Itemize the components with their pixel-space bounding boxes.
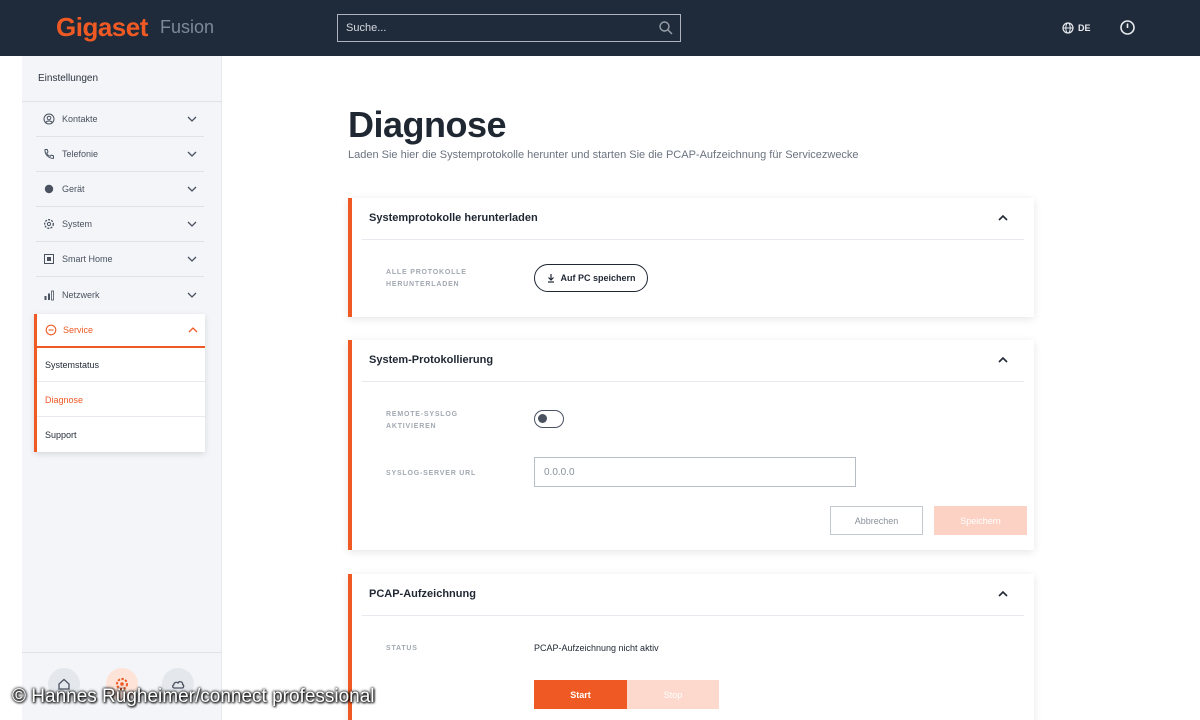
save-button[interactable]: Speichern: [934, 506, 1027, 535]
start-button[interactable]: Start: [534, 680, 627, 709]
card-title: PCAP-Aufzeichnung: [369, 588, 476, 600]
search-box[interactable]: [337, 14, 681, 42]
card-header[interactable]: System-Protokollierung: [352, 340, 1034, 382]
card-header[interactable]: Systemprotokolle herunterladen: [352, 198, 1034, 240]
download-icon: [548, 274, 555, 283]
remote-syslog-toggle[interactable]: [534, 410, 564, 428]
sidebar-item-label: Netzwerk: [62, 289, 100, 300]
sidebar-subitem-support[interactable]: Support: [37, 418, 205, 452]
sidebar-item-system[interactable]: System: [36, 207, 204, 242]
chevron-down-icon[interactable]: [186, 183, 198, 195]
top-bar: Gigaset Fusion DE: [0, 0, 1200, 56]
chevron-up-icon[interactable]: [997, 588, 1009, 600]
network-icon: [42, 288, 56, 302]
chevron-up-icon[interactable]: [997, 354, 1009, 366]
sidebar-item-label: Gerät: [62, 184, 85, 194]
card-title: Systemprotokolle herunterladen: [369, 212, 538, 224]
page-subtitle: Laden Sie hier die Systemprotokolle heru…: [348, 149, 859, 161]
chevron-down-icon[interactable]: [186, 253, 198, 265]
save-to-pc-button[interactable]: Auf PC speichern: [534, 264, 648, 292]
search-icon[interactable]: [658, 20, 674, 36]
globe-icon: [1062, 22, 1074, 34]
service-icon: [44, 323, 58, 337]
chevron-up-icon[interactable]: [187, 324, 199, 336]
chevron-down-icon[interactable]: [186, 289, 198, 301]
sidebar-item-service[interactable]: Service: [37, 314, 205, 348]
sidebar-item-label: Telefonie: [62, 149, 99, 159]
card-divider: [362, 615, 1024, 616]
field-label-download-logs: Alle Protokolle herunterladen: [386, 269, 467, 288]
card-title: System-Protokollierung: [369, 354, 494, 366]
phone-icon: [42, 147, 56, 161]
stop-button[interactable]: Stop: [627, 680, 719, 709]
sidebar-subitem-diagnose[interactable]: Diagnose: [37, 383, 205, 417]
chevron-up-icon[interactable]: [997, 212, 1009, 224]
sidebar-item-label: Kontakte: [62, 114, 98, 124]
sidebar-item-telefonie[interactable]: Telefonie: [36, 137, 204, 172]
card-divider: [362, 239, 1024, 240]
sidebar-item-kontakte[interactable]: Kontakte: [36, 102, 204, 137]
sidebar-item-smart-home[interactable]: Smart Home: [36, 242, 204, 277]
page-title: Diagnose: [348, 104, 507, 145]
field-label-remote-syslog: Remote-Syslog aktivieren: [386, 411, 458, 430]
sidebar-item-label: System: [62, 219, 93, 229]
sidebar-bottom-divider: [22, 652, 222, 653]
toggle-knob: [538, 414, 547, 423]
syslog-url-input[interactable]: [534, 457, 856, 487]
gigaset-logo[interactable]: Gigaset: [56, 12, 148, 43]
sidebar: Einstellungen Kontakte Telefonie Gerät S…: [22, 56, 222, 720]
sidebar-title: Einstellungen: [38, 73, 99, 84]
sidebar-item-label: Smart Home: [62, 254, 113, 264]
device-icon: [42, 182, 56, 196]
card-system-logs: Systemprotokolle herunterladen Alle Prot…: [348, 198, 1034, 317]
product-name: Fusion: [160, 17, 215, 37]
sidebar-subitem-systemstatus[interactable]: Systemstatus: [37, 348, 205, 382]
sidebar-item-label: Service: [63, 325, 94, 335]
cancel-button[interactable]: Abbrechen: [830, 506, 923, 535]
card-divider: [362, 381, 1024, 382]
sidebar-item-netzwerk[interactable]: Netzwerk: [36, 277, 204, 312]
chevron-down-icon[interactable]: [186, 148, 198, 160]
search-input[interactable]: [338, 15, 648, 41]
language-label: DE: [1078, 23, 1091, 33]
save-to-pc-label: Auf PC speichern: [560, 273, 636, 283]
card-pcap-recording: PCAP-Aufzeichnung Status PCAP-Aufzeichnu…: [348, 574, 1034, 720]
chevron-down-icon[interactable]: [186, 113, 198, 125]
contacts-icon: [42, 112, 56, 126]
card-header[interactable]: PCAP-Aufzeichnung: [352, 574, 1034, 616]
field-label-status: Status: [386, 645, 418, 652]
photo-credit: © Hannes Rügheimer/connect professional: [12, 686, 375, 707]
sidebar-group-service: Service Systemstatus Diagnose Support: [34, 314, 205, 452]
chevron-down-icon[interactable]: [186, 218, 198, 230]
card-system-logging: System-Protokollierung Remote-Syslog akt…: [348, 340, 1034, 550]
field-label-syslog-url: Syslog-Server URL: [386, 470, 477, 477]
language-switch[interactable]: DE: [1062, 20, 1091, 36]
sidebar-item-geraet[interactable]: Gerät: [36, 172, 204, 207]
power-icon[interactable]: [1119, 19, 1136, 36]
gear-icon: [42, 217, 56, 231]
pcap-status-value: PCAP-Aufzeichnung nicht aktiv: [534, 643, 659, 653]
smart-home-icon: [42, 252, 56, 266]
